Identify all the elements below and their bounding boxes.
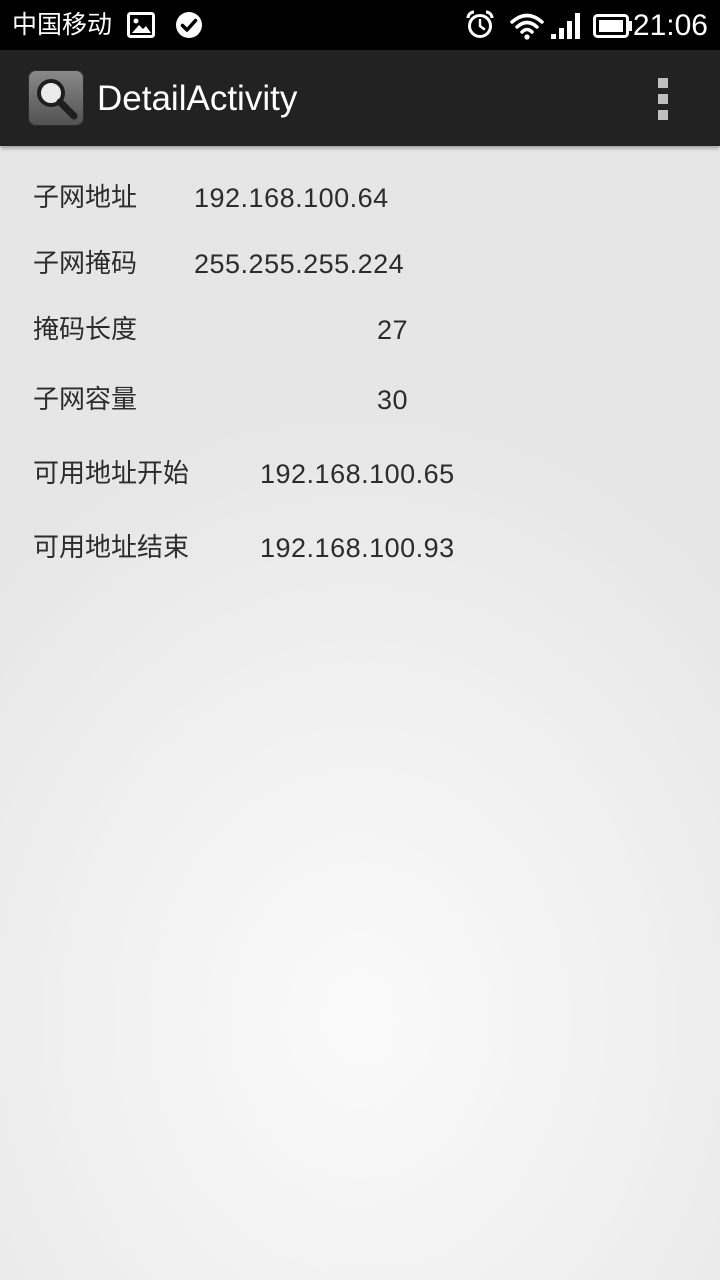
subnet-mask-label: 子网掩码 <box>33 249 138 279</box>
status-bar: 中国移动 21:06 <box>0 0 720 50</box>
signal-icon <box>551 13 580 39</box>
usable-end-value: 192.168.100.93 <box>260 533 455 563</box>
app-icon[interactable] <box>28 70 84 126</box>
search-magnifier-icon <box>37 79 78 120</box>
subnet-capacity-label: 子网容量 <box>33 385 138 415</box>
image-icon <box>127 12 155 38</box>
subnet-address-label: 子网地址 <box>33 183 138 213</box>
alarm-icon <box>466 10 494 38</box>
check-circle-icon <box>176 12 202 38</box>
usable-start-label: 可用地址开始 <box>33 459 190 489</box>
carrier-label: 中国移动 <box>12 10 113 39</box>
subnet-address-value: 192.168.100.64 <box>194 183 389 213</box>
overflow-menu-icon[interactable] <box>644 72 684 126</box>
clock: 21:06 <box>632 9 708 42</box>
mask-length-value: 27 <box>377 315 409 345</box>
wifi-icon <box>510 13 544 40</box>
action-bar: DetailActivity <box>0 50 720 146</box>
battery-icon <box>593 14 632 38</box>
mask-length-label: 掩码长度 <box>33 315 138 345</box>
subnet-capacity-value: 30 <box>377 385 409 415</box>
usable-end-label: 可用地址结束 <box>33 533 190 563</box>
subnet-mask-value: 255.255.255.224 <box>194 249 405 279</box>
usable-start-value: 192.168.100.65 <box>260 459 455 489</box>
page-title: DetailActivity <box>97 79 298 118</box>
